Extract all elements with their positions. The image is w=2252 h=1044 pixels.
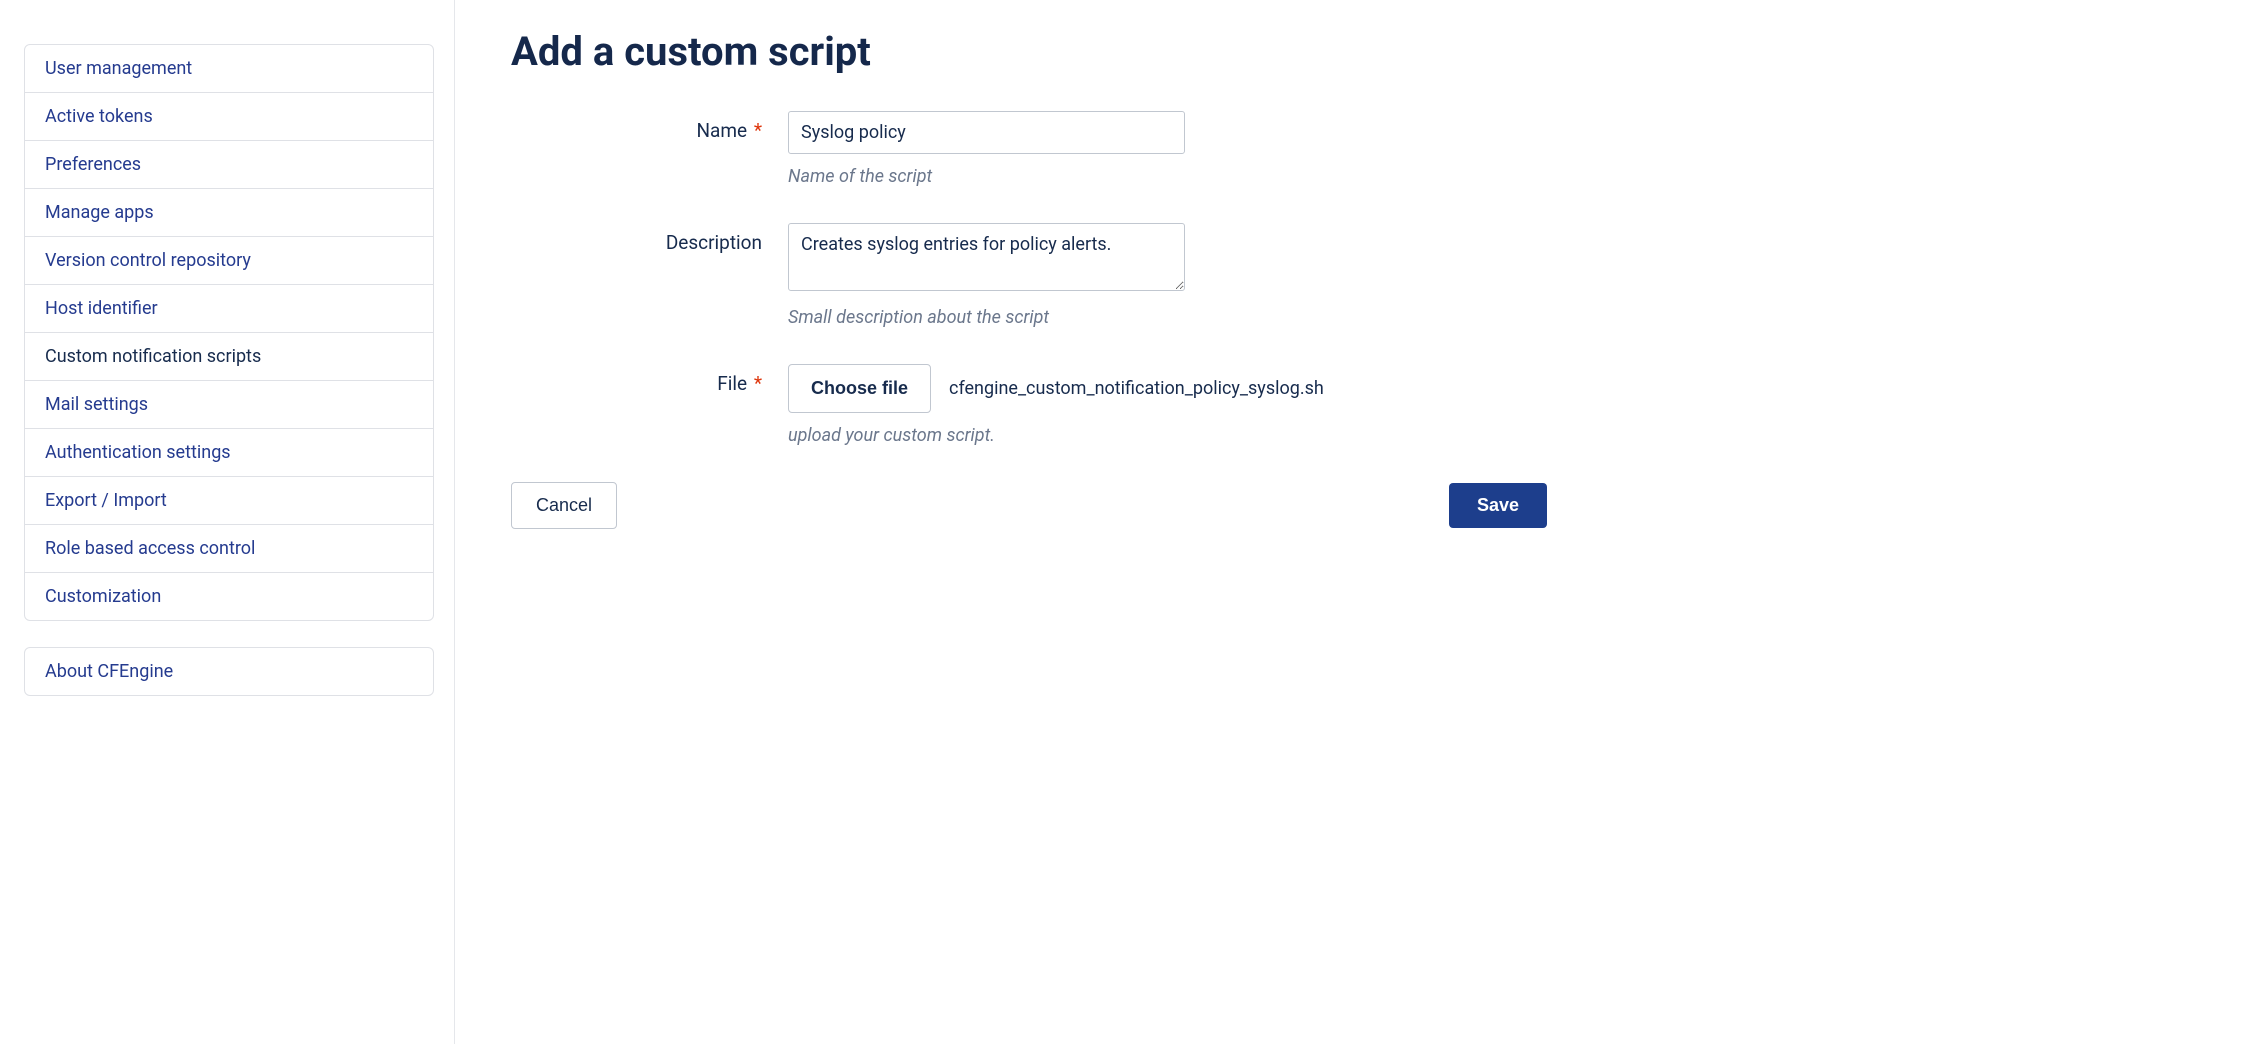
sidebar-item-customization[interactable]: Customization — [25, 573, 433, 620]
sidebar-item-export-import[interactable]: Export / Import — [25, 477, 433, 525]
name-label-text: Name — [696, 119, 747, 142]
file-label-text: File — [717, 372, 747, 395]
sidebar-item-custom-notification-scripts[interactable]: Custom notification scripts — [25, 333, 433, 381]
main-content: Add a custom script Name * Name of the s… — [455, 0, 2252, 1044]
form-row-file: File * Choose file cfengine_custom_notif… — [511, 364, 1547, 446]
sidebar-item-role-based-access-control[interactable]: Role based access control — [25, 525, 433, 573]
sidebar-item-manage-apps[interactable]: Manage apps — [25, 189, 433, 237]
name-help-text: Name of the script — [788, 166, 1547, 187]
sidebar-item-host-identifier[interactable]: Host identifier — [25, 285, 433, 333]
description-help-text: Small description about the script — [788, 307, 1547, 328]
save-button[interactable]: Save — [1449, 483, 1547, 528]
sidebar-item-preferences[interactable]: Preferences — [25, 141, 433, 189]
description-label: Description — [511, 223, 788, 254]
page-title: Add a custom script — [511, 28, 1547, 75]
required-marker: * — [754, 119, 762, 142]
form-row-name: Name * Name of the script — [511, 111, 1547, 187]
file-label: File * — [511, 364, 788, 395]
required-marker: * — [754, 372, 762, 395]
cancel-button[interactable]: Cancel — [511, 482, 617, 529]
sidebar-item-version-control-repository[interactable]: Version control repository — [25, 237, 433, 285]
form-buttons: Cancel Save — [511, 482, 1547, 529]
choose-file-button[interactable]: Choose file — [788, 364, 931, 413]
selected-file-name: cfengine_custom_notification_policy_sysl… — [949, 378, 1324, 399]
description-label-text: Description — [666, 231, 762, 254]
sidebar-item-user-management[interactable]: User management — [25, 45, 433, 93]
about-cfengine-link[interactable]: About CFEngine — [24, 647, 434, 696]
sidebar-item-authentication-settings[interactable]: Authentication settings — [25, 429, 433, 477]
name-label: Name * — [511, 111, 788, 142]
name-input[interactable] — [788, 111, 1185, 154]
sidebar: User management Active tokens Preference… — [0, 0, 455, 1044]
description-input[interactable] — [788, 223, 1185, 291]
sidebar-item-mail-settings[interactable]: Mail settings — [25, 381, 433, 429]
settings-nav-list: User management Active tokens Preference… — [24, 44, 434, 621]
custom-script-form: Name * Name of the script Description Sm… — [511, 111, 1547, 529]
file-help-text: upload your custom script. — [788, 425, 1547, 446]
form-row-description: Description Small description about the … — [511, 223, 1547, 328]
sidebar-item-active-tokens[interactable]: Active tokens — [25, 93, 433, 141]
